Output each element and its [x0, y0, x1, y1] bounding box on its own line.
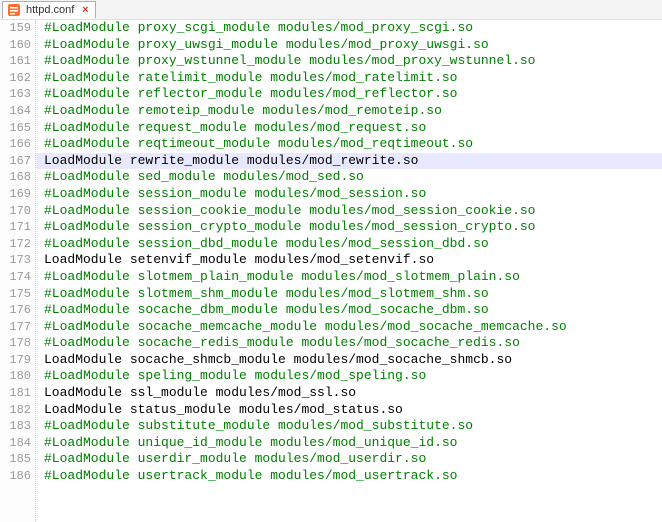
- code-line[interactable]: LoadModule rewrite_module modules/mod_re…: [36, 153, 662, 170]
- line-number: 168: [0, 169, 31, 186]
- line-number: 185: [0, 451, 31, 468]
- line-number: 159: [0, 20, 31, 37]
- line-number: 178: [0, 335, 31, 352]
- code-line[interactable]: #LoadModule reqtimeout_module modules/mo…: [36, 136, 662, 153]
- line-number: 174: [0, 269, 31, 286]
- line-number: 179: [0, 352, 31, 369]
- code-line[interactable]: #LoadModule speling_module modules/mod_s…: [36, 368, 662, 385]
- code-line[interactable]: #LoadModule socache_memcache_module modu…: [36, 319, 662, 336]
- code-line[interactable]: #LoadModule usertrack_module modules/mod…: [36, 468, 662, 485]
- line-number: 186: [0, 468, 31, 485]
- tab-bar: httpd.conf ×: [0, 0, 662, 20]
- line-number: 173: [0, 252, 31, 269]
- editor: 1591601611621631641651661671681691701711…: [0, 20, 662, 522]
- line-number: 170: [0, 203, 31, 220]
- code-area[interactable]: #LoadModule proxy_scgi_module modules/mo…: [36, 20, 662, 522]
- line-number: 181: [0, 385, 31, 402]
- code-line[interactable]: #LoadModule slotmem_plain_module modules…: [36, 269, 662, 286]
- line-number: 161: [0, 53, 31, 70]
- code-line[interactable]: #LoadModule proxy_wstunnel_module module…: [36, 53, 662, 70]
- line-number: 163: [0, 86, 31, 103]
- code-line[interactable]: LoadModule socache_shmcb_module modules/…: [36, 352, 662, 369]
- tab-close-button[interactable]: ×: [79, 4, 91, 16]
- code-line[interactable]: #LoadModule remoteip_module modules/mod_…: [36, 103, 662, 120]
- code-line[interactable]: #LoadModule reflector_module modules/mod…: [36, 86, 662, 103]
- code-line[interactable]: #LoadModule request_module modules/mod_r…: [36, 120, 662, 137]
- line-number: 172: [0, 236, 31, 253]
- line-number: 182: [0, 402, 31, 419]
- line-number: 183: [0, 418, 31, 435]
- code-line[interactable]: #LoadModule session_module modules/mod_s…: [36, 186, 662, 203]
- code-line[interactable]: LoadModule setenvif_module modules/mod_s…: [36, 252, 662, 269]
- line-number: 165: [0, 120, 31, 137]
- code-line[interactable]: #LoadModule proxy_scgi_module modules/mo…: [36, 20, 662, 37]
- code-line[interactable]: #LoadModule sed_module modules/mod_sed.s…: [36, 169, 662, 186]
- line-number: 169: [0, 186, 31, 203]
- tab-httpd-conf[interactable]: httpd.conf ×: [2, 1, 96, 19]
- code-line[interactable]: #LoadModule proxy_uwsgi_module modules/m…: [36, 37, 662, 54]
- code-line[interactable]: #LoadModule socache_dbm_module modules/m…: [36, 302, 662, 319]
- line-number: 164: [0, 103, 31, 120]
- code-line[interactable]: LoadModule ssl_module modules/mod_ssl.so: [36, 385, 662, 402]
- line-number: 184: [0, 435, 31, 452]
- code-line[interactable]: #LoadModule ratelimit_module modules/mod…: [36, 70, 662, 87]
- line-number: 177: [0, 319, 31, 336]
- line-number: 166: [0, 136, 31, 153]
- code-line[interactable]: LoadModule status_module modules/mod_sta…: [36, 402, 662, 419]
- line-number: 175: [0, 286, 31, 303]
- code-line[interactable]: #LoadModule session_cookie_module module…: [36, 203, 662, 220]
- line-number: 167: [0, 153, 31, 170]
- code-line[interactable]: #LoadModule session_crypto_module module…: [36, 219, 662, 236]
- code-line[interactable]: #LoadModule substitute_module modules/mo…: [36, 418, 662, 435]
- code-line[interactable]: #LoadModule slotmem_shm_module modules/m…: [36, 286, 662, 303]
- line-number: 176: [0, 302, 31, 319]
- tab-title: httpd.conf: [24, 2, 76, 19]
- file-icon: [7, 3, 21, 17]
- line-number: 162: [0, 70, 31, 87]
- line-number: 180: [0, 368, 31, 385]
- line-number: 171: [0, 219, 31, 236]
- code-line[interactable]: #LoadModule userdir_module modules/mod_u…: [36, 451, 662, 468]
- code-line[interactable]: #LoadModule session_dbd_module modules/m…: [36, 236, 662, 253]
- code-line[interactable]: #LoadModule unique_id_module modules/mod…: [36, 435, 662, 452]
- line-number-gutter: 1591601611621631641651661671681691701711…: [0, 20, 36, 522]
- code-line[interactable]: #LoadModule socache_redis_module modules…: [36, 335, 662, 352]
- line-number: 160: [0, 37, 31, 54]
